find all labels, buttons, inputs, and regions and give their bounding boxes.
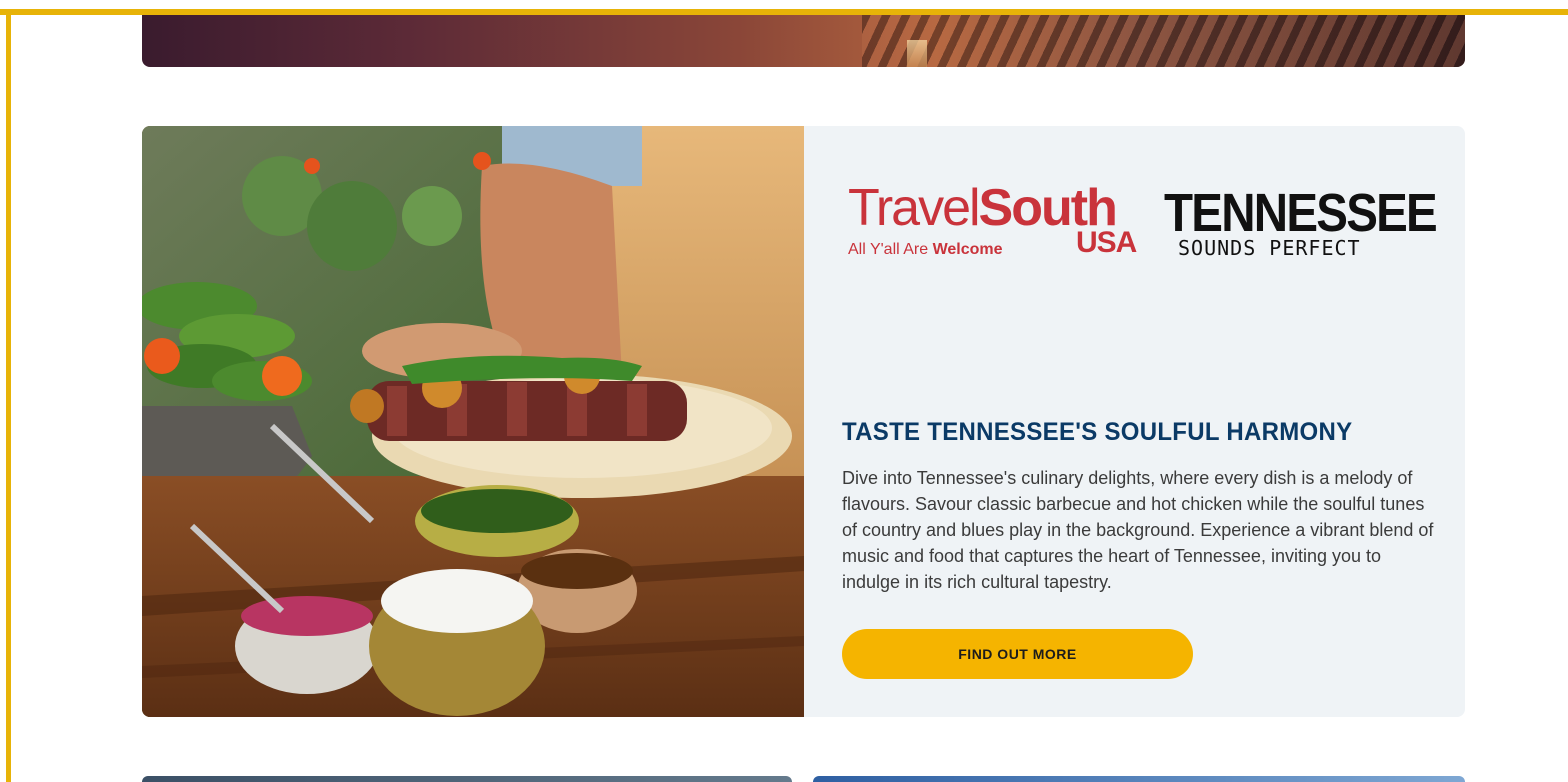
travel-south-usa: USA — [1076, 226, 1137, 259]
feature-content: TravelSouth All Y'all Are Welcome USA TE… — [842, 126, 1442, 717]
feature-description: Dive into Tennessee's culinary delights,… — [842, 468, 1434, 592]
next-card-left[interactable] — [142, 776, 792, 782]
page-frame-left — [6, 9, 11, 782]
travel-south-tagline-bold: Welcome — [932, 241, 1003, 258]
food-photo-illustration — [142, 126, 804, 717]
travel-south-tagline-prefix: All Y'all Are — [848, 241, 929, 258]
feature-headline: TASTE TENNESSEE'S SOULFUL HARMONY — [842, 418, 1353, 446]
travel-south-tagline: All Y'all Are Welcome — [848, 241, 1003, 259]
tennessee-wordmark: TENNESSEE — [1164, 183, 1438, 243]
food-photo — [142, 126, 804, 717]
travel-south-word-travel: Travel — [848, 179, 981, 237]
hero-image-texture — [862, 15, 1465, 67]
next-card-right[interactable] — [813, 776, 1465, 782]
previous-hero-image[interactable] — [142, 15, 1465, 67]
find-out-more-button[interactable]: FIND OUT MORE — [842, 629, 1193, 679]
hero-image-reflection — [907, 40, 927, 67]
tennessee-tagline: SOUNDS PERFECT — [1178, 236, 1361, 260]
feature-card-tennessee: TravelSouth All Y'all Are Welcome USA TE… — [142, 126, 1465, 717]
